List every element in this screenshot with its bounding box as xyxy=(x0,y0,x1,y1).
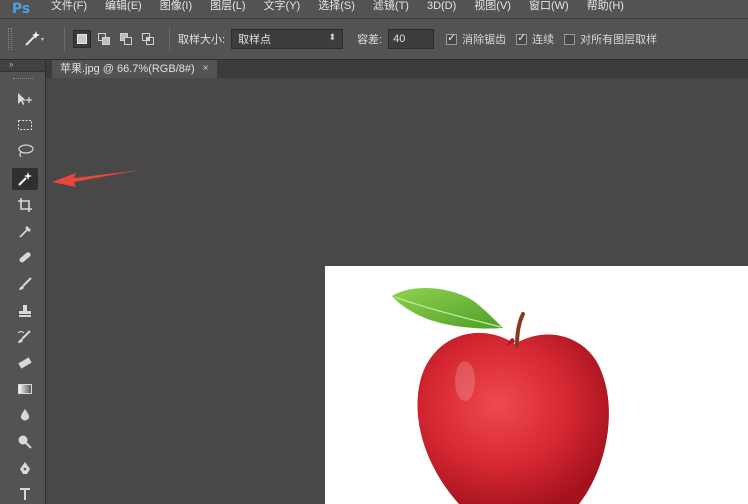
subtract-selection-icon xyxy=(120,33,132,45)
apple-image[interactable] xyxy=(325,266,748,504)
sample-all-layers-checkbox[interactable]: 对所有图层取样 xyxy=(564,31,657,47)
apple-illustration xyxy=(392,288,609,504)
toolbar-grip[interactable] xyxy=(13,78,33,82)
document-tab-title: 苹果.jpg @ 66.7%(RGB/8#) xyxy=(60,63,195,75)
rect-marquee-icon xyxy=(18,120,32,130)
lasso-tool[interactable] xyxy=(12,140,38,162)
type-icon xyxy=(20,488,30,500)
menu-file[interactable]: 文件(F) xyxy=(42,0,96,18)
menu-edit[interactable]: 编辑(E) xyxy=(96,0,151,18)
intersect-selection-button[interactable] xyxy=(139,30,157,48)
tolerance-label: 容差: xyxy=(357,34,383,46)
photoshop-logo: Ps xyxy=(0,0,42,18)
history-brush-tool[interactable] xyxy=(12,326,38,348)
new-selection-button[interactable] xyxy=(73,30,91,48)
options-bar-grip[interactable] xyxy=(8,28,12,50)
magic-wand-icon xyxy=(18,172,32,186)
menu-select[interactable]: 选择(S) xyxy=(309,0,364,18)
move-icon xyxy=(18,93,32,105)
document-tab[interactable]: 苹果.jpg @ 66.7%(RGB/8#) × xyxy=(52,60,217,78)
lasso-icon xyxy=(18,144,34,158)
blur-tool[interactable] xyxy=(12,404,38,426)
intersect-selection-icon xyxy=(142,33,154,45)
brush-icon xyxy=(19,277,32,290)
rect-marquee-tool[interactable] xyxy=(12,114,38,136)
eraser-icon xyxy=(18,357,32,369)
pen-tool[interactable] xyxy=(12,457,38,479)
toolbar-collapse-button[interactable]: » xyxy=(0,60,45,72)
antialias-checkbox[interactable]: 消除锯齿 xyxy=(446,31,506,47)
sample-all-layers-label: 对所有图层取样 xyxy=(580,34,658,46)
bandage-icon xyxy=(19,252,31,263)
crop-tool[interactable] xyxy=(12,194,38,216)
menu-window[interactable]: 窗口(W) xyxy=(520,0,578,18)
dodge-tool[interactable] xyxy=(12,430,38,452)
antialias-label: 消除锯齿 xyxy=(462,34,507,46)
sample-size-label: 取样大小: xyxy=(178,34,226,46)
magic-wand-icon xyxy=(25,31,44,46)
eyedropper-tool[interactable] xyxy=(12,220,38,242)
menu-view[interactable]: 视图(V) xyxy=(465,0,520,18)
type-tool[interactable] xyxy=(12,482,38,504)
move-tool[interactable] xyxy=(12,88,38,110)
antialias-check-icon xyxy=(446,31,458,45)
stamp-icon xyxy=(19,305,31,317)
crop-icon xyxy=(18,198,32,212)
separator xyxy=(169,27,170,51)
magic-wand-tool[interactable] xyxy=(12,168,38,190)
contiguous-checkbox[interactable]: 连续 xyxy=(516,31,554,47)
brush-tool[interactable] xyxy=(12,273,38,295)
healing-brush-tool[interactable] xyxy=(12,247,38,269)
menu-3d[interactable]: 3D(D) xyxy=(418,0,465,18)
separator xyxy=(64,27,65,51)
annotation-arrow xyxy=(52,170,140,187)
eyedropper-icon xyxy=(19,226,31,238)
sample-all-layers-check-icon xyxy=(564,33,576,45)
menu-bar: Ps 文件(F) 编辑(E) 图像(I) 图层(L) 文字(Y) 选择(S) 滤… xyxy=(0,0,748,18)
sample-size-select[interactable]: 取样点 ⬍ xyxy=(231,29,344,49)
add-selection-button[interactable] xyxy=(95,30,113,48)
eraser-tool[interactable] xyxy=(12,352,38,374)
document-tab-bar: 苹果.jpg @ 66.7%(RGB/8#) × xyxy=(46,60,748,78)
gradient-tool[interactable] xyxy=(12,378,38,400)
select-updown-icon: ⬍ xyxy=(328,32,337,42)
new-selection-icon xyxy=(77,34,87,44)
tools-panel: » xyxy=(0,60,46,504)
menu-help[interactable]: 帮助(H) xyxy=(578,0,633,18)
close-icon[interactable]: × xyxy=(203,60,209,78)
menu-layer[interactable]: 图层(L) xyxy=(201,0,254,18)
tool-preset-picker[interactable] xyxy=(22,28,56,50)
history-brush-icon xyxy=(17,330,31,343)
menu-type[interactable]: 文字(Y) xyxy=(255,0,310,18)
subtract-selection-button[interactable] xyxy=(117,30,135,48)
canvas-area[interactable] xyxy=(46,78,748,504)
contiguous-label: 连续 xyxy=(532,34,555,46)
tolerance-input[interactable]: 40 xyxy=(388,29,435,49)
water-drop-icon xyxy=(20,409,30,421)
dodge-icon xyxy=(18,435,32,449)
gradient-icon xyxy=(18,384,32,394)
menu-image[interactable]: 图像(I) xyxy=(151,0,201,18)
add-selection-icon xyxy=(98,33,110,45)
clone-stamp-tool[interactable] xyxy=(12,300,38,322)
menu-filter[interactable]: 滤镜(T) xyxy=(364,0,418,18)
sample-size-value: 取样点 xyxy=(238,34,272,46)
contiguous-check-icon xyxy=(516,31,528,45)
options-bar: 取样大小: 取样点 ⬍ 容差: 40 消除锯齿 连续 对所有图层取样 xyxy=(0,18,748,60)
pen-icon xyxy=(20,462,30,474)
